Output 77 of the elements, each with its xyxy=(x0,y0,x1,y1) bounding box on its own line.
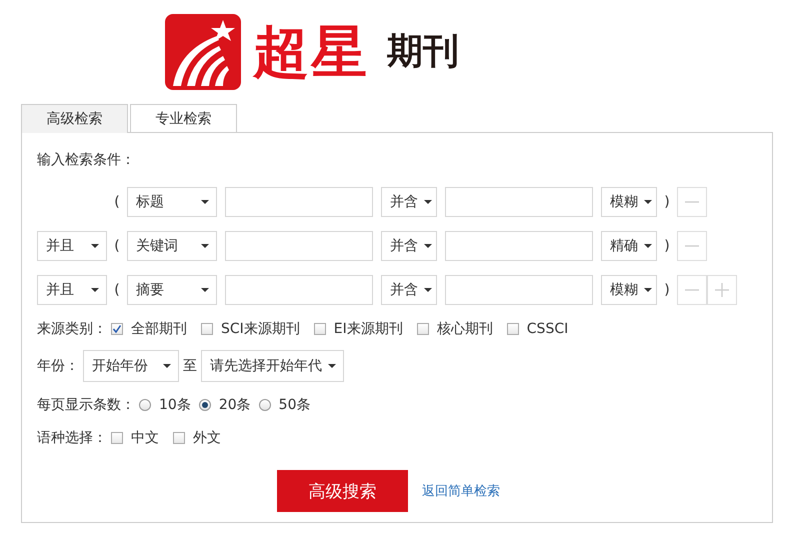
text-input[interactable] xyxy=(445,275,593,305)
caret-icon xyxy=(328,364,336,368)
caret-icon xyxy=(424,200,432,204)
option-label: EI来源期刊 xyxy=(334,320,403,338)
text-input[interactable] xyxy=(225,275,373,305)
dropdown[interactable]: 摘要 xyxy=(127,275,217,305)
shooting-star-logo-icon xyxy=(165,14,241,90)
plus-icon xyxy=(715,283,729,297)
remove-row-button[interactable] xyxy=(677,231,707,261)
add-row-button[interactable] xyxy=(707,275,737,305)
caret-icon xyxy=(644,244,652,248)
bracket-text: ( xyxy=(113,238,121,254)
option-label: 20条 xyxy=(218,396,251,414)
radio-button[interactable] xyxy=(139,399,151,411)
text-input[interactable] xyxy=(225,231,373,261)
dropdown[interactable]: 标题 xyxy=(127,187,217,217)
checkmark-icon xyxy=(112,324,122,334)
caret-icon xyxy=(201,244,209,248)
caret-icon xyxy=(424,288,432,292)
search-button[interactable]: 高级搜索 xyxy=(277,470,408,512)
caret-icon xyxy=(201,288,209,292)
dropdown[interactable]: 并含 xyxy=(381,187,437,217)
option-label: SCI来源期刊 xyxy=(221,320,300,338)
checkbox[interactable] xyxy=(201,323,213,335)
text-input[interactable] xyxy=(445,187,593,217)
separator-text: 至 xyxy=(183,357,197,375)
option-label: 10条 xyxy=(159,396,191,414)
caret-icon xyxy=(424,244,432,248)
bracket-text: ( xyxy=(113,194,121,210)
radio-button[interactable] xyxy=(198,399,211,411)
source-label: 来源类别： xyxy=(37,320,107,338)
logo-brand-text: 超星 xyxy=(253,24,369,80)
checkbox[interactable] xyxy=(111,432,123,444)
option-label: 核心期刊 xyxy=(436,320,493,338)
dropdown[interactable]: 并含 xyxy=(381,275,437,305)
dropdown[interactable]: 模糊 xyxy=(601,187,657,217)
tab[interactable]: 高级检索 xyxy=(21,104,128,133)
bracket-text: ) xyxy=(663,282,671,298)
caret-icon xyxy=(644,200,652,204)
radio-button[interactable] xyxy=(258,399,271,411)
checkbox[interactable] xyxy=(111,323,123,335)
language-label: 语种选择： xyxy=(37,429,107,447)
tab[interactable]: 专业检索 xyxy=(130,104,237,132)
caret-icon xyxy=(91,244,99,248)
text-input[interactable] xyxy=(445,231,593,261)
year-label: 年份： xyxy=(37,357,79,375)
dropdown[interactable]: 并且 xyxy=(37,231,107,261)
dropdown[interactable]: 开始年份 xyxy=(83,350,179,382)
option-label: 外文 xyxy=(193,429,221,447)
prompt-label: 输入检索条件： xyxy=(37,151,136,170)
remove-row-button[interactable] xyxy=(677,187,707,217)
logo-product-text: 期刊 xyxy=(387,34,459,70)
option-label: 50条 xyxy=(278,396,310,414)
dropdown[interactable]: 并含 xyxy=(381,231,437,261)
bracket-text: ) xyxy=(663,238,671,254)
dropdown[interactable]: 请先选择开始年代 xyxy=(201,350,344,382)
bracket-text: ) xyxy=(663,194,671,210)
dropdown[interactable]: 并且 xyxy=(37,275,107,305)
option-label: CSSCI xyxy=(526,321,568,337)
caret-icon xyxy=(91,288,99,292)
text-input[interactable] xyxy=(225,187,373,217)
per-page-label: 每页显示条数： xyxy=(37,396,135,414)
option-label: 中文 xyxy=(131,429,159,447)
checkbox[interactable] xyxy=(314,323,326,335)
checkbox[interactable] xyxy=(416,323,429,335)
remove-row-button[interactable] xyxy=(677,275,707,305)
checkbox[interactable] xyxy=(506,323,519,335)
back-link[interactable]: 返回简单检索 xyxy=(422,482,500,500)
caret-icon xyxy=(644,288,652,292)
caret-icon xyxy=(201,200,209,204)
checkbox[interactable] xyxy=(173,432,185,444)
dropdown[interactable]: 模糊 xyxy=(601,275,657,305)
bracket-text: ( xyxy=(113,282,121,298)
option-label: 全部期刊 xyxy=(131,320,187,338)
dropdown[interactable]: 关键词 xyxy=(127,231,217,261)
caret-icon xyxy=(163,364,171,368)
dropdown[interactable]: 精确 xyxy=(601,231,657,261)
